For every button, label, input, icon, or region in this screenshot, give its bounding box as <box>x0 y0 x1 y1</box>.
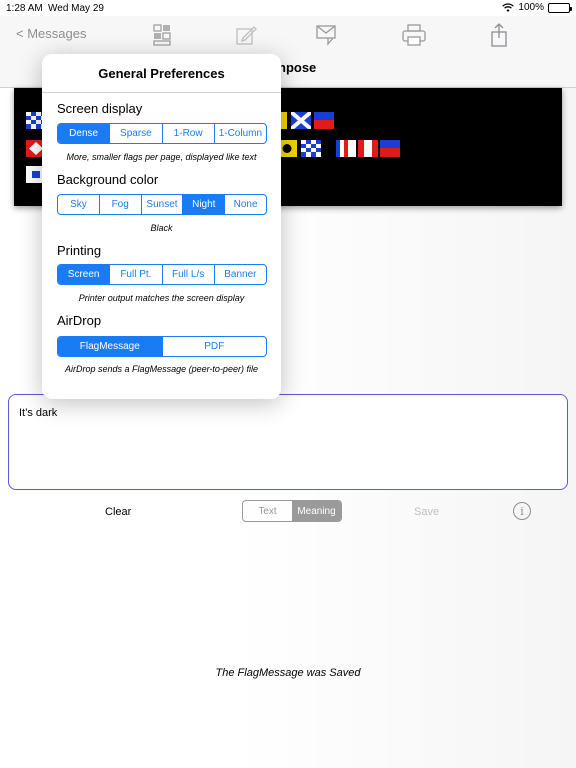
text-meaning-toggle[interactable]: Text Meaning <box>242 500 342 522</box>
option-banner[interactable]: Banner <box>213 265 266 284</box>
flag-icon <box>380 140 400 157</box>
printer-icon[interactable] <box>401 22 427 48</box>
status-right: 100% <box>502 2 572 13</box>
airdrop-label: AirDrop <box>57 313 102 328</box>
preferences-popover: General Preferences Screen display Dense… <box>42 54 281 399</box>
option-night[interactable]: Night <box>182 195 225 214</box>
option-none[interactable]: None <box>224 195 266 214</box>
battery-icon <box>548 2 572 13</box>
option-1-row[interactable]: 1-Row <box>161 124 214 143</box>
option-full-landscape[interactable]: Full L/s <box>161 265 214 284</box>
screen-display-caption: More, smaller flags per page, displayed … <box>66 152 257 162</box>
segment-text[interactable]: Text <box>243 501 292 521</box>
background-color-label: Background color <box>57 172 159 187</box>
nav-title: npose <box>278 60 317 75</box>
compose-icon[interactable] <box>233 22 259 48</box>
option-1-column[interactable]: 1-Column <box>213 124 266 143</box>
option-screen[interactable]: Screen <box>58 265 110 284</box>
save-button[interactable]: Save <box>414 506 439 518</box>
info-icon[interactable]: i <box>513 502 531 520</box>
popover-title: General Preferences <box>98 66 225 81</box>
message-text: It’s dark <box>19 407 58 419</box>
screen-display-label: Screen display <box>57 101 143 116</box>
message-textarea[interactable]: It’s dark <box>8 394 568 490</box>
saved-notice: The FlagMessage was Saved <box>215 667 361 679</box>
printing-caption: Printer output matches the screen displa… <box>78 293 245 303</box>
printing-control[interactable]: Screen Full Pt. Full L/s Banner <box>57 264 267 285</box>
status-date: Wed May 29 <box>48 3 104 14</box>
background-color-caption: Black <box>150 223 173 233</box>
flag-icon <box>291 112 311 129</box>
flag-icon <box>301 140 321 157</box>
divider <box>42 92 281 93</box>
option-flagmessage[interactable]: FlagMessage <box>58 337 162 356</box>
share-icon[interactable] <box>486 22 512 48</box>
message-icon[interactable] <box>314 22 340 48</box>
flags-icon[interactable] <box>150 22 176 48</box>
screen-display-control[interactable]: Dense Sparse 1-Row 1-Column <box>57 123 267 144</box>
option-pdf[interactable]: PDF <box>161 337 267 356</box>
back-button[interactable]: < Messages <box>16 26 86 41</box>
status-bar: 1:28 AM Wed May 29 100% <box>0 0 576 16</box>
option-dense[interactable]: Dense <box>58 124 110 143</box>
option-fog[interactable]: Fog <box>98 195 141 214</box>
option-sky[interactable]: Sky <box>58 195 99 214</box>
background-color-control[interactable]: Sky Fog Sunset Night None <box>57 194 267 215</box>
battery-percent: 100% <box>518 2 544 13</box>
clear-button[interactable]: Clear <box>105 506 131 518</box>
flag-icon <box>314 112 334 129</box>
airdrop-caption: AirDrop sends a FlagMessage (peer-to-pee… <box>65 364 258 374</box>
option-full-portrait[interactable]: Full Pt. <box>109 265 161 284</box>
option-sunset[interactable]: Sunset <box>140 195 183 214</box>
flag-icon <box>336 140 356 157</box>
segment-meaning[interactable]: Meaning <box>292 501 341 521</box>
airdrop-control[interactable]: FlagMessage PDF <box>57 336 267 357</box>
wifi-icon <box>502 2 515 12</box>
status-time: 1:28 AM <box>6 3 43 14</box>
printing-label: Printing <box>57 243 102 258</box>
flag-icon <box>358 140 378 157</box>
option-sparse[interactable]: Sparse <box>109 124 161 143</box>
